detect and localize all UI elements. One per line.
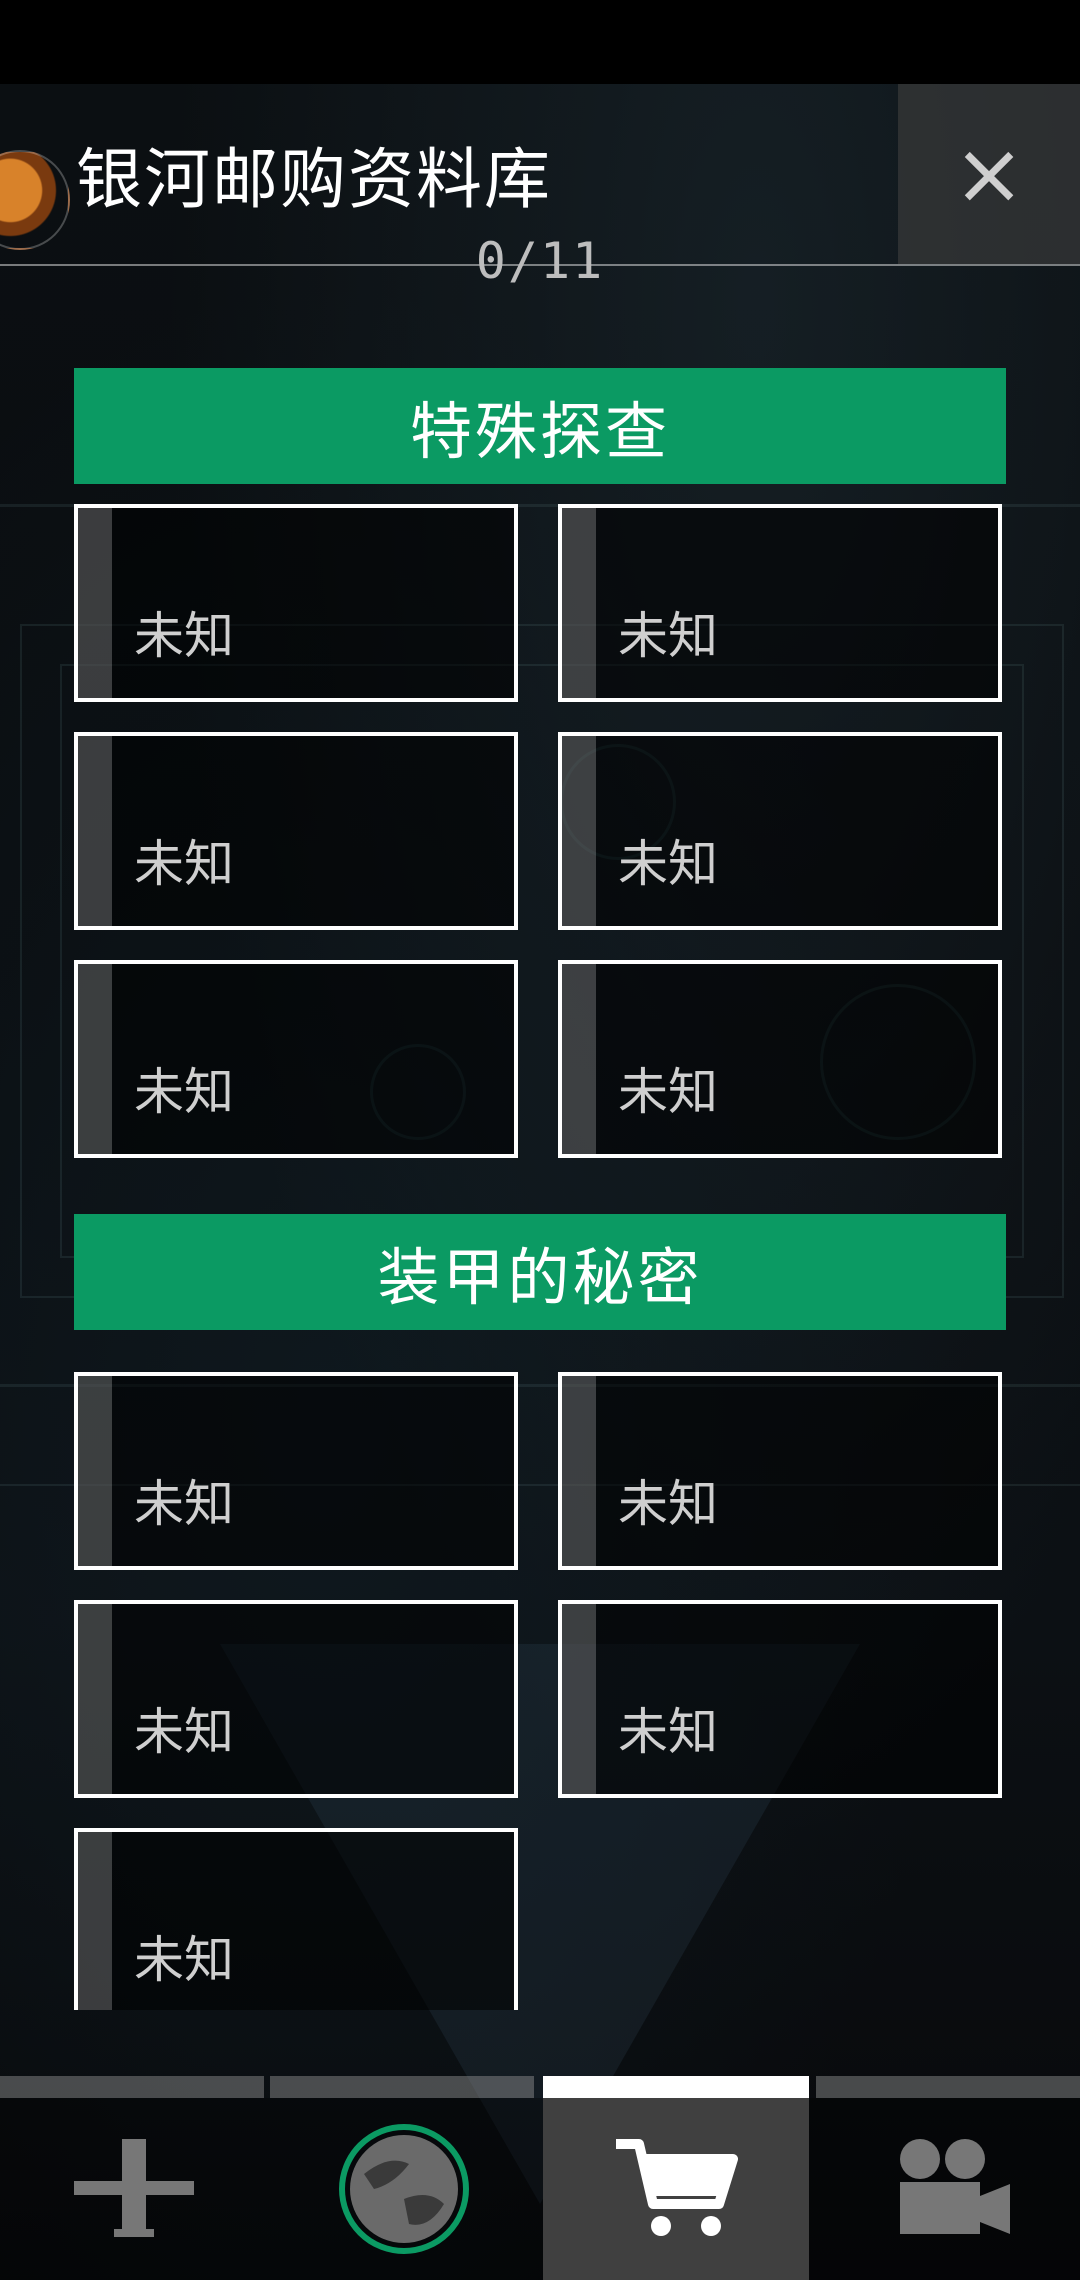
- card-label: 未知: [134, 1703, 234, 1761]
- card-stripe: [562, 736, 596, 926]
- card-label: 未知: [618, 1703, 718, 1761]
- card-stripe: [78, 1604, 112, 1794]
- collection-card[interactable]: 未知: [74, 1372, 518, 1570]
- cart-icon: [616, 2139, 738, 2236]
- collection-card[interactable]: 未知: [558, 732, 1002, 930]
- card-label: 未知: [134, 835, 234, 893]
- tab-indicator-active: [543, 2076, 809, 2098]
- status-bar: [0, 0, 1080, 84]
- nav-tab-tower[interactable]: [0, 2098, 268, 2280]
- card-stripe: [562, 964, 596, 1154]
- page-title: 银河邮购资料库: [76, 141, 552, 218]
- nav-tab-planet[interactable]: [270, 2098, 538, 2280]
- collection-progress: 0/11: [475, 232, 605, 290]
- card-label: 未知: [618, 835, 718, 893]
- card-label: 未知: [618, 607, 718, 665]
- collection-list[interactable]: 特殊探查 未知 未知 未知 未知 未知 未知 装甲的秘密 未知 未知 未知 未知: [0, 300, 1080, 2010]
- bottom-nav: [0, 2098, 1080, 2280]
- collection-card[interactable]: 未知: [558, 960, 1002, 1158]
- collection-card[interactable]: 未知: [558, 1372, 1002, 1570]
- tab-indicator: [0, 2076, 264, 2098]
- card-stripe: [562, 1376, 596, 1566]
- card-label: 未知: [134, 1063, 234, 1121]
- card-stripe: [78, 964, 112, 1154]
- tower-icon: [74, 2139, 194, 2237]
- card-label: 未知: [134, 1475, 234, 1533]
- section-header-armor-secret: 装甲的秘密: [74, 1214, 1006, 1330]
- section-header-special-probe: 特殊探查: [74, 368, 1006, 484]
- close-icon: ×: [952, 124, 1026, 224]
- nav-tab-shop[interactable]: [543, 2098, 809, 2280]
- collection-card[interactable]: 未知: [74, 960, 518, 1158]
- card-label: 未知: [134, 1931, 234, 1989]
- card-stripe: [78, 1376, 112, 1566]
- tab-indicator: [816, 2076, 1080, 2098]
- collection-card[interactable]: 未知: [74, 1828, 518, 2010]
- collection-card[interactable]: 未知: [74, 1600, 518, 1798]
- nav-tab-video[interactable]: [816, 2098, 1080, 2280]
- camera-icon: [900, 2139, 1010, 2234]
- card-stripe: [78, 1832, 112, 2010]
- card-label: 未知: [134, 607, 234, 665]
- collection-card[interactable]: 未知: [558, 1600, 1002, 1798]
- card-stripe: [78, 508, 112, 698]
- collection-card[interactable]: 未知: [74, 504, 518, 702]
- tab-indicator: [270, 2076, 534, 2098]
- collection-card[interactable]: 未知: [558, 504, 1002, 702]
- card-label: 未知: [618, 1063, 718, 1121]
- card-stripe: [562, 1604, 596, 1794]
- card-stripe: [78, 736, 112, 926]
- card-stripe: [562, 508, 596, 698]
- collection-card[interactable]: 未知: [74, 732, 518, 930]
- card-label: 未知: [618, 1475, 718, 1533]
- planet-icon: [339, 2124, 469, 2254]
